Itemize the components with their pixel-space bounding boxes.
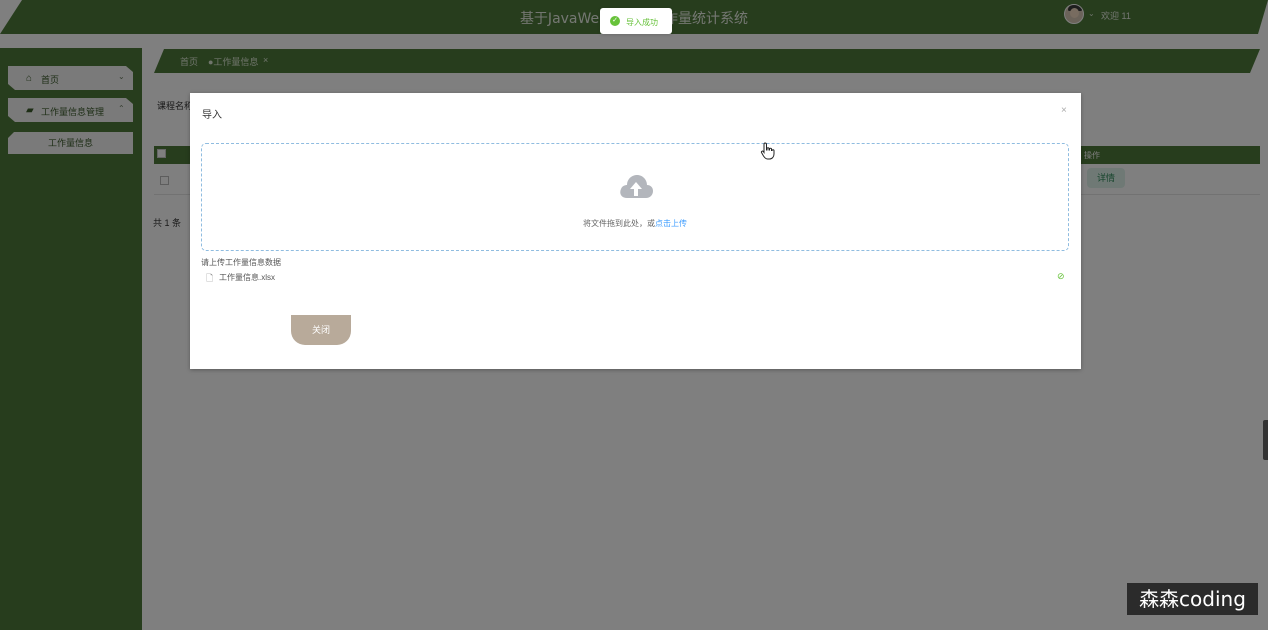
drop-hint: 将文件拖到此处，或	[583, 219, 655, 228]
click-upload-link[interactable]: 点击上传	[655, 219, 687, 228]
cloud-upload-icon	[620, 175, 653, 198]
import-dialog: 导入 × 将文件拖到此处，或点击上传 请上传工作量信息数据 🗋 工作量信息.xl…	[190, 93, 1081, 369]
close-button[interactable]: 关闭	[291, 315, 351, 345]
dialog-title: 导入	[202, 110, 222, 121]
edge-tab[interactable]	[1263, 420, 1268, 460]
success-icon: ✓	[610, 16, 620, 26]
file-name: 工作量信息.xlsx	[219, 273, 275, 282]
toast-text: 导入成功	[626, 18, 658, 27]
watermark: 森森coding	[1127, 583, 1258, 615]
success-toast: ✓ 导入成功	[600, 8, 672, 34]
hand-cursor-icon	[760, 142, 775, 160]
check-circle-icon: ⊘	[1057, 271, 1065, 281]
upload-tip: 请上传工作量信息数据	[201, 258, 281, 267]
close-icon[interactable]: ×	[1061, 105, 1067, 116]
upload-dropzone[interactable]: 将文件拖到此处，或点击上传	[201, 143, 1069, 251]
drop-text: 将文件拖到此处，或点击上传	[202, 218, 1068, 229]
document-icon: 🗋	[206, 273, 214, 283]
uploaded-file-item[interactable]: 🗋 工作量信息.xlsx ⊘	[206, 271, 1068, 285]
